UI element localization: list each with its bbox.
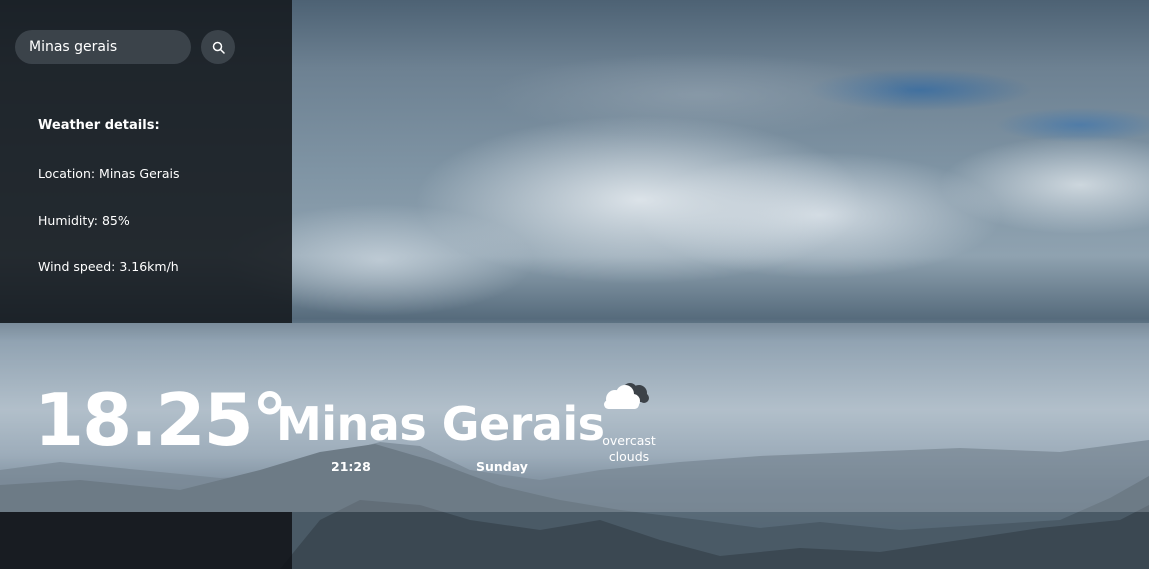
wind-speed-detail: Wind speed: 3.16km/h	[38, 259, 179, 274]
temperature: 18.25°	[34, 378, 288, 462]
search-button[interactable]	[201, 30, 235, 64]
cloud-icon	[604, 383, 649, 409]
local-time: 21:28	[331, 459, 371, 474]
side-panel: Weather details: Location: Minas Gerais …	[0, 0, 292, 323]
weather-details-title: Weather details:	[38, 118, 160, 133]
side-panel-footer	[0, 512, 292, 569]
city-name: Minas Gerais	[276, 397, 605, 451]
weather-condition: overcast clouds	[602, 433, 656, 464]
weekday: Sunday	[476, 459, 528, 474]
weather-app: Weather details: Location: Minas Gerais …	[0, 0, 1149, 569]
search-icon	[212, 41, 225, 54]
humidity-detail: Humidity: 85%	[38, 213, 130, 228]
search-input[interactable]	[15, 30, 191, 64]
location-detail: Location: Minas Gerais	[38, 166, 180, 181]
